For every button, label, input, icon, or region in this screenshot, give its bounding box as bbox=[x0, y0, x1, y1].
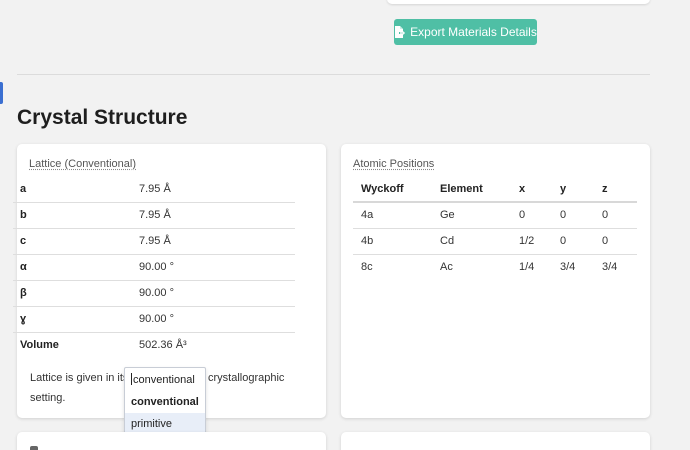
lattice-label: a bbox=[13, 176, 139, 203]
cell-element: Cd bbox=[432, 228, 511, 255]
next-card-left bbox=[17, 432, 326, 450]
table-row: c 7.95 Å bbox=[13, 228, 295, 255]
dropdown-current-value: conventional bbox=[133, 374, 195, 386]
lattice-value: 7.95 Å bbox=[139, 228, 295, 255]
next-card-right bbox=[341, 432, 650, 450]
lattice-label: c bbox=[13, 228, 139, 255]
lattice-value: 7.95 Å bbox=[139, 202, 295, 229]
cell-wyckoff: 4a bbox=[353, 202, 432, 229]
table-row: α 90.00 ° bbox=[13, 254, 295, 281]
column-header-element: Element bbox=[432, 176, 511, 203]
cell-x: 0 bbox=[511, 202, 552, 229]
lattice-label: Volume bbox=[20, 339, 59, 352]
cell-x: 1/4 bbox=[519, 261, 535, 274]
section-divider bbox=[17, 74, 650, 75]
table-row: a 7.95 Å bbox=[13, 176, 295, 203]
lattice-value: 90.00 ° bbox=[139, 254, 295, 281]
cell-wyckoff: 4b bbox=[353, 228, 432, 255]
lattice-label: b bbox=[13, 202, 139, 229]
cell-y: 0 bbox=[552, 228, 594, 255]
atomic-positions-heading[interactable]: Atomic Positions bbox=[353, 158, 434, 170]
column-header-wyckoff: Wyckoff bbox=[353, 176, 432, 203]
table-row: ɣ 90.00 ° bbox=[13, 306, 295, 333]
column-header-x: x bbox=[511, 176, 552, 203]
previous-card-edge bbox=[387, 0, 650, 4]
lattice-value: 90.00 ° bbox=[139, 280, 295, 307]
next-card-heading-fragment bbox=[30, 446, 38, 450]
table-row: 4a Ge 0 0 0 bbox=[353, 202, 637, 229]
table-row: Volume 502.36 Å³ bbox=[13, 332, 295, 358]
lattice-setting-dropdown[interactable]: conventional conventional primitive bbox=[124, 367, 206, 435]
file-export-icon bbox=[395, 26, 406, 38]
table-row: 4b Cd 1/2 0 0 bbox=[353, 228, 637, 255]
lattice-value: 502.36 Å³ bbox=[139, 339, 187, 352]
lattice-card-heading[interactable]: Lattice (Conventional) bbox=[29, 158, 136, 170]
section-title: Crystal Structure bbox=[17, 106, 188, 129]
dropdown-option-conventional[interactable]: conventional bbox=[125, 391, 205, 413]
table-row: 8c Ac 1/4 3/4 3/4 bbox=[353, 254, 637, 280]
column-header-y: y bbox=[552, 176, 594, 203]
table-header-row: Wyckoff Element x y z bbox=[353, 176, 637, 203]
lattice-label: β bbox=[13, 280, 139, 307]
cell-z: 0 bbox=[594, 228, 637, 255]
lattice-table: a 7.95 Å b 7.95 Å c 7.95 Å α 90.00 ° β 9… bbox=[13, 176, 295, 358]
cell-element: Ge bbox=[432, 202, 511, 229]
lattice-value: 7.95 Å bbox=[139, 176, 295, 203]
lattice-label: ɣ bbox=[13, 306, 139, 333]
cell-z: 0 bbox=[594, 202, 637, 229]
lattice-note-text: setting. bbox=[30, 392, 66, 404]
cell-x: 1/2 bbox=[511, 228, 552, 255]
lattice-label: α bbox=[13, 254, 139, 281]
lattice-setting-select[interactable]: conventional bbox=[125, 368, 205, 390]
table-row: b 7.95 Å bbox=[13, 202, 295, 229]
scroll-position-marker bbox=[0, 82, 3, 104]
column-header-z: z bbox=[594, 176, 637, 203]
cell-element: Ac bbox=[440, 261, 453, 274]
export-materials-details-button[interactable]: Export Materials Details bbox=[394, 19, 537, 45]
table-row: β 90.00 ° bbox=[13, 280, 295, 307]
cell-y: 0 bbox=[552, 202, 594, 229]
text-cursor bbox=[131, 373, 132, 385]
lattice-value: 90.00 ° bbox=[139, 306, 295, 333]
lattice-note-text: crystallographic bbox=[208, 372, 285, 384]
lattice-note-text: Lattice is given in its bbox=[30, 372, 129, 384]
export-button-label: Export Materials Details bbox=[410, 25, 537, 39]
cell-z: 3/4 bbox=[602, 261, 618, 274]
cell-wyckoff: 8c bbox=[361, 261, 373, 274]
atomic-positions-table: Wyckoff Element x y z 4a Ge 0 0 0 4b Cd … bbox=[353, 176, 637, 280]
cell-y: 3/4 bbox=[560, 261, 576, 274]
